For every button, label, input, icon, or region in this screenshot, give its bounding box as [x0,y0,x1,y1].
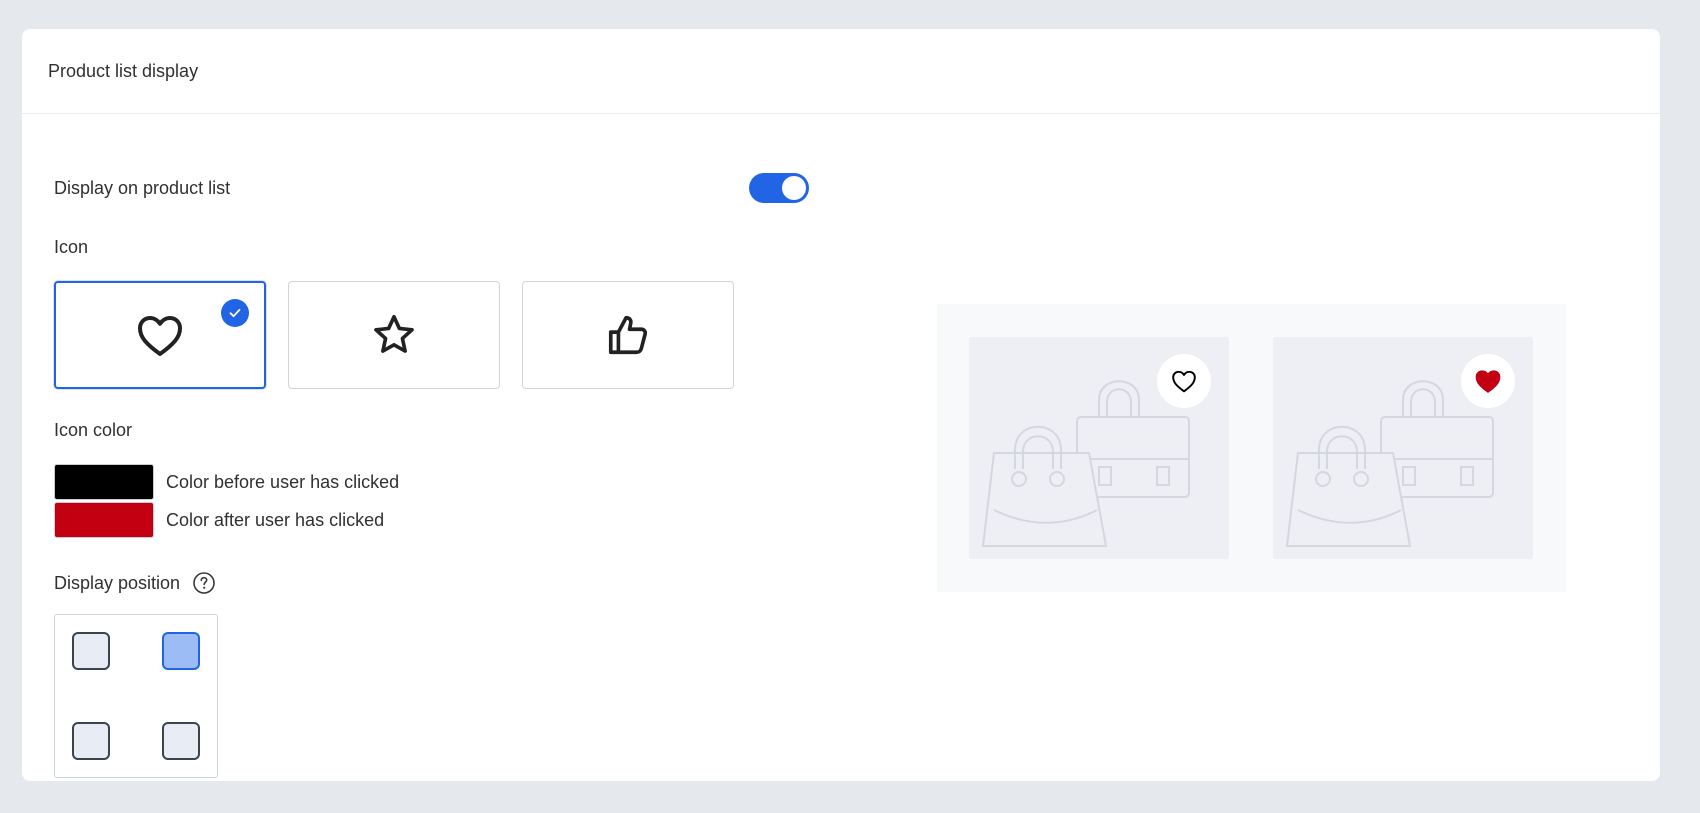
icon-options [54,281,734,389]
heart-icon [138,316,182,356]
heart-filled-icon [1475,370,1501,393]
position-bottom-right[interactable] [162,722,200,760]
display-position-label: Display position [54,572,181,593]
display-position-grid [54,614,218,778]
preview-favorite-button [1157,354,1211,408]
settings-card: Product list display Display on product … [22,29,1660,781]
card-header: Product list display [22,29,1660,114]
panel-title: Product list display [48,60,199,81]
display-position-row: Display position [54,571,216,595]
preview-area [937,304,1566,592]
heart-outline-icon [1172,370,1196,393]
icon-option-star[interactable] [288,281,500,389]
display-on-list-label: Display on product list [54,177,231,198]
selected-check-icon [221,299,249,327]
display-on-list-row: Display on product list [54,173,809,203]
toggle-knob [782,176,806,200]
icon-color-label: Icon color [54,420,133,440]
position-top-right[interactable] [162,632,200,670]
color-before-swatch[interactable] [54,464,154,500]
position-bottom-left[interactable] [72,722,110,760]
display-on-list-toggle[interactable] [749,173,809,203]
preview-favorite-button [1461,354,1515,408]
color-after-label: Color after user has clicked [166,509,385,530]
icon-option-heart[interactable] [54,281,266,389]
preview-product-card [969,337,1229,559]
color-after-row: Color after user has clicked [54,502,384,538]
color-after-swatch[interactable] [54,502,154,538]
star-icon [374,314,414,353]
color-before-row: Color before user has clicked [54,464,399,500]
preview-product-card [1273,337,1533,559]
color-before-label: Color before user has clicked [166,471,400,492]
icon-label: Icon [54,237,89,257]
thumbs-up-icon [608,315,648,355]
position-top-left[interactable] [72,632,110,670]
help-icon[interactable] [192,571,216,595]
icon-option-thumbs-up[interactable] [522,281,734,389]
